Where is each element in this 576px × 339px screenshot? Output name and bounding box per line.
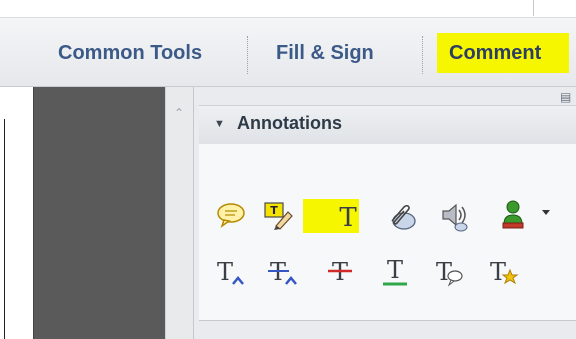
text-callout-icon[interactable]: T bbox=[433, 256, 469, 292]
insert-text-icon[interactable]: T bbox=[214, 256, 250, 292]
svg-text:T: T bbox=[339, 203, 357, 232]
annotations-header[interactable]: ▼ Annotations bbox=[199, 105, 576, 145]
attach-file-icon[interactable] bbox=[384, 199, 420, 235]
document-scrollbar[interactable]: ⌃ bbox=[165, 87, 193, 339]
window-top-strip bbox=[0, 0, 576, 18]
scroll-up-icon[interactable]: ⌃ bbox=[173, 107, 185, 119]
toolbar-divider bbox=[422, 36, 423, 74]
tab-comment[interactable]: Comment bbox=[437, 33, 569, 73]
strikethrough-icon[interactable]: T bbox=[325, 256, 361, 292]
stamp-icon[interactable] bbox=[500, 197, 536, 233]
underline-icon[interactable]: T bbox=[380, 256, 416, 292]
svg-text:T: T bbox=[270, 204, 278, 217]
highlight-text-icon[interactable]: T bbox=[262, 198, 298, 234]
record-audio-icon[interactable] bbox=[437, 199, 473, 235]
document-page bbox=[0, 87, 34, 339]
panel-options-icon[interactable]: ▤ bbox=[560, 91, 572, 103]
svg-text:T: T bbox=[490, 258, 506, 286]
text-correction-icon[interactable]: T bbox=[487, 256, 523, 292]
toolbar-divider bbox=[247, 36, 248, 74]
page-edge bbox=[4, 119, 5, 339]
stamp-dropdown-icon[interactable] bbox=[540, 206, 552, 218]
svg-text:T: T bbox=[387, 256, 403, 284]
collapse-caret-icon[interactable]: ▼ bbox=[214, 118, 225, 130]
tools-toolbar: Common Tools Fill & Sign Comment bbox=[0, 18, 576, 87]
top-strip-divider bbox=[533, 0, 534, 16]
svg-text:T: T bbox=[217, 258, 233, 286]
sticky-note-icon[interactable] bbox=[215, 199, 251, 235]
tab-fill-and-sign[interactable]: Fill & Sign bbox=[276, 33, 374, 73]
tab-common-tools[interactable]: Common Tools bbox=[58, 33, 202, 73]
replace-text-icon[interactable]: T bbox=[267, 256, 303, 292]
svg-text:T: T bbox=[436, 258, 452, 286]
annotations-title: Annotations bbox=[237, 113, 342, 133]
document-area bbox=[0, 87, 165, 339]
add-text-icon[interactable]: T bbox=[333, 200, 369, 236]
